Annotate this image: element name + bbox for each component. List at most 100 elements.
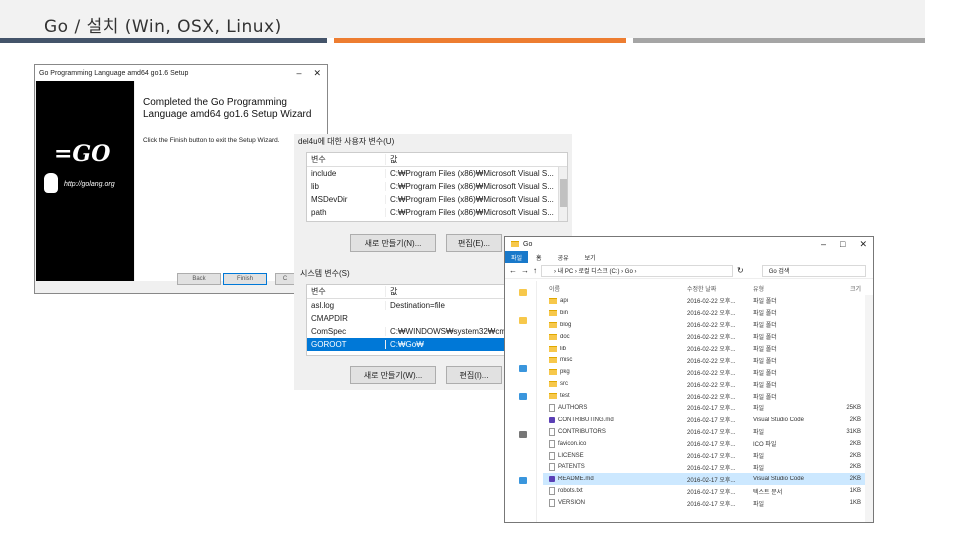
file-row[interactable]: robots.txt 2016-02-17 오후... 텍스트 문서 1KB bbox=[543, 485, 873, 497]
column-name[interactable]: 이름 bbox=[543, 284, 687, 293]
row-name: asl.log bbox=[311, 301, 335, 310]
column-value[interactable]: 값 bbox=[385, 154, 567, 165]
file-name-text: LICENSE bbox=[558, 452, 584, 459]
table-row[interactable]: MSDevDir C:₩Program Files (x86)₩Microsoft… bbox=[307, 193, 567, 206]
onedrive-icon[interactable] bbox=[519, 365, 527, 372]
file-name-text: misc bbox=[560, 357, 573, 364]
file-name: bin bbox=[543, 309, 687, 316]
minimize-icon[interactable]: – bbox=[296, 68, 301, 79]
file-row[interactable]: PATENTS 2016-02-17 오후... 파일 2KB bbox=[543, 461, 873, 473]
system-variables-label: 시스템 변수(S) bbox=[300, 269, 350, 278]
gopher-icon bbox=[44, 173, 58, 193]
scroll-thumb[interactable] bbox=[560, 179, 567, 207]
back-button[interactable]: Back bbox=[177, 273, 221, 285]
tab-view[interactable]: 보기 bbox=[577, 253, 604, 262]
file-name: test bbox=[543, 393, 687, 400]
column-size[interactable]: 크기 bbox=[831, 284, 861, 293]
file-size: 31KB bbox=[846, 428, 861, 435]
accent-rule-orange bbox=[334, 38, 626, 43]
file-rows: api 2016-02-22 오후... 파일 폴더 bin 2016-02-22 오후… bbox=[543, 295, 873, 509]
file-row[interactable]: favicon.ico 2016-02-17 오후... ICO 파일 2KB bbox=[543, 438, 873, 450]
file-row-selected[interactable]: README.md 2016-02-17 오후... Visual Studio C… bbox=[543, 473, 873, 486]
cancel-button[interactable]: C bbox=[275, 273, 295, 285]
tab-share[interactable]: 공유 bbox=[550, 253, 577, 262]
column-date[interactable]: 수정한 날짜 bbox=[687, 284, 753, 293]
folder-icon bbox=[549, 333, 557, 340]
row-value: C:₩Program Files (x86)₩Microsoft Visual … bbox=[385, 195, 567, 204]
scrollbar[interactable] bbox=[558, 167, 567, 221]
folder-icon bbox=[549, 297, 557, 304]
column-variable[interactable]: 변수 bbox=[307, 286, 385, 297]
file-type: 파일 폴더 bbox=[753, 335, 777, 342]
file-name: pkg bbox=[543, 369, 687, 376]
column-type[interactable]: 유형 bbox=[753, 284, 831, 293]
column-variable[interactable]: 변수 bbox=[307, 154, 385, 165]
file-size: 25KB bbox=[846, 404, 861, 411]
file-type: 텍스트 문서 bbox=[753, 489, 783, 496]
network-icon[interactable] bbox=[519, 477, 527, 484]
quick-access-icon[interactable] bbox=[519, 289, 527, 296]
file-name: LICENSE bbox=[543, 451, 687, 460]
folder-icon bbox=[549, 381, 557, 388]
file-row[interactable]: doc 2016-02-22 오후... 파일 폴더 bbox=[543, 331, 873, 343]
accent-rule-dark bbox=[0, 38, 327, 43]
navigation-pane[interactable] bbox=[505, 281, 537, 522]
forward-arrow-icon[interactable]: → bbox=[521, 266, 529, 275]
system-new-button[interactable]: 새로 만들기(W)... bbox=[350, 366, 436, 384]
tab-file[interactable]: 파일 bbox=[505, 251, 529, 263]
back-arrow-icon[interactable]: ← bbox=[509, 266, 517, 275]
file-row[interactable]: api 2016-02-22 오후... 파일 폴더 bbox=[543, 295, 873, 307]
finish-button[interactable]: Finish bbox=[223, 273, 267, 285]
drive-icon[interactable] bbox=[519, 431, 527, 438]
user-new-button[interactable]: 새로 만들기(N)... bbox=[350, 234, 436, 252]
file-row[interactable]: LICENSE 2016-02-17 오후... 파일 2KB bbox=[543, 450, 873, 462]
file-name-text: robots.txt bbox=[558, 488, 583, 495]
file-date: 2016-02-22 오후... bbox=[687, 358, 736, 365]
system-edit-button[interactable]: 편집(I)... bbox=[446, 366, 502, 384]
file-type: 파일 폴더 bbox=[753, 382, 777, 389]
file-name: CONTRIBUTING.md bbox=[543, 416, 687, 423]
user-edit-button[interactable]: 편집(E)... bbox=[446, 234, 502, 252]
minimize-icon[interactable]: – bbox=[821, 239, 826, 250]
file-type: Visual Studio Code bbox=[753, 476, 804, 483]
file-row[interactable]: CONTRIBUTING.md 2016-02-17 오후... Visual St… bbox=[543, 414, 873, 426]
file-name: README.md bbox=[543, 476, 687, 483]
close-icon[interactable]: ✕ bbox=[313, 68, 321, 79]
file-row[interactable]: misc 2016-02-22 오후... 파일 폴더 bbox=[543, 354, 873, 366]
address-path[interactable]: › 내 PC › 로컬 디스크 (C:) › Go › bbox=[541, 264, 733, 277]
row-name: ComSpec bbox=[311, 327, 347, 336]
file-row[interactable]: src 2016-02-22 오후... 파일 폴더 bbox=[543, 378, 873, 390]
file-name: AUTHORS bbox=[543, 403, 687, 412]
file-size: 1KB bbox=[849, 488, 861, 495]
folder-icon[interactable] bbox=[519, 317, 527, 324]
file-icon bbox=[549, 463, 555, 472]
table-row[interactable]: path C:₩Program Files (x86)₩Microsoft Vis… bbox=[307, 206, 567, 219]
file-row[interactable]: VERSION 2016-02-17 오후... 파일 1KB bbox=[543, 497, 873, 509]
file-type: Visual Studio Code bbox=[753, 416, 804, 423]
file-name: api bbox=[543, 297, 687, 304]
file-row[interactable]: test 2016-02-22 오후... 파일 폴더 bbox=[543, 390, 873, 402]
file-row[interactable]: blog 2016-02-22 오후... 파일 폴더 bbox=[543, 319, 873, 331]
slide-title: Go / 설치 (Win, OSX, Linux) bbox=[44, 17, 282, 37]
folder-icon bbox=[549, 345, 557, 352]
tab-home[interactable]: 홈 bbox=[528, 253, 550, 262]
setup-subtext: Click the Finish button to exit the Setu… bbox=[143, 137, 280, 144]
file-row[interactable]: CONTRIBUTORS 2016-02-17 오후... 파일 31KB bbox=[543, 426, 873, 438]
table-row[interactable]: include C:₩Program Files (x86)₩Microsoft … bbox=[307, 167, 567, 180]
table-row[interactable]: lib C:₩Program Files (x86)₩Microsoft Visu… bbox=[307, 180, 567, 193]
search-input[interactable]: Go 검색 bbox=[761, 264, 866, 277]
file-row[interactable]: pkg 2016-02-22 오후... 파일 폴더 bbox=[543, 366, 873, 378]
file-date: 2016-02-22 오후... bbox=[687, 335, 736, 342]
pc-icon[interactable] bbox=[519, 393, 527, 400]
file-row[interactable]: bin 2016-02-22 오후... 파일 폴더 bbox=[543, 307, 873, 319]
file-row[interactable]: lib 2016-02-22 오후... 파일 폴더 bbox=[543, 343, 873, 355]
file-date: 2016-02-17 오후... bbox=[687, 430, 736, 437]
file-row[interactable]: AUTHORS 2016-02-17 오후... 파일 25KB bbox=[543, 402, 873, 414]
close-icon[interactable]: ✕ bbox=[859, 239, 867, 250]
file-name: favicon.ico bbox=[543, 439, 687, 448]
up-arrow-icon[interactable]: ↑ bbox=[533, 266, 537, 275]
scrollbar[interactable] bbox=[865, 295, 873, 522]
file-name: CONTRIBUTORS bbox=[543, 427, 687, 436]
refresh-icon[interactable]: ↻ bbox=[737, 266, 744, 275]
maximize-icon[interactable]: □ bbox=[840, 239, 845, 250]
